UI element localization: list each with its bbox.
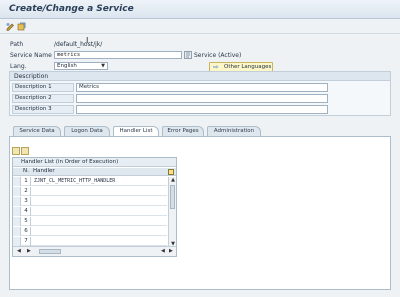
scroll-up-icon[interactable]: ▲ bbox=[169, 177, 177, 183]
description-1-label: Description 1 bbox=[12, 83, 74, 92]
table-row[interactable]: 7 bbox=[13, 237, 167, 246]
table-row[interactable]: 1 ZJNT_CL_METRIC_HTTP_HANDLER bbox=[13, 177, 167, 186]
row-selector[interactable] bbox=[13, 237, 21, 246]
row-number: 4 bbox=[22, 207, 31, 216]
row-selector[interactable] bbox=[13, 187, 21, 196]
other-languages-label: Other Languages bbox=[224, 64, 272, 70]
path-label: Path bbox=[10, 41, 24, 48]
row-selector[interactable] bbox=[13, 227, 21, 236]
service-status-text: Service (Active) bbox=[194, 52, 242, 59]
other-object-icon[interactable] bbox=[17, 22, 26, 31]
table-settings-icon[interactable] bbox=[168, 169, 174, 175]
tab-error-pages[interactable]: Error Pages bbox=[162, 126, 204, 136]
row-selector[interactable] bbox=[13, 197, 21, 206]
tab-strip: Service Data Logon Data Handler List Err… bbox=[9, 126, 391, 136]
table-row[interactable]: 2 bbox=[13, 187, 167, 196]
description-group: Description Description 1 Metrics Descri… bbox=[9, 71, 391, 116]
vertical-scrollbar[interactable]: ▲ ▼ bbox=[168, 177, 176, 247]
row-number: 5 bbox=[22, 217, 31, 226]
application-toolbar bbox=[0, 19, 400, 34]
handler-cell[interactable] bbox=[32, 197, 166, 206]
column-header-n: N. bbox=[23, 168, 29, 174]
description-group-title: Description bbox=[14, 73, 49, 80]
row-selector[interactable] bbox=[13, 207, 21, 216]
handler-table: Handler List (in Order of Execution) N. … bbox=[12, 157, 177, 257]
arrow-right-icon: ⇨ bbox=[213, 63, 219, 71]
column-scroll-right-icon[interactable]: ▶ bbox=[169, 248, 173, 254]
scroll-left-icon[interactable]: ◀ bbox=[17, 248, 21, 254]
description-2-label: Description 2 bbox=[12, 94, 74, 103]
service-name-input[interactable]: metrics bbox=[54, 51, 182, 59]
row-number: 6 bbox=[22, 227, 31, 236]
description-1-input[interactable]: Metrics bbox=[76, 83, 328, 92]
display-change-icon[interactable] bbox=[6, 22, 15, 31]
table-row[interactable]: 3 bbox=[13, 197, 167, 206]
title-bar: Create/Change a Service bbox=[0, 0, 400, 19]
description-3-label: Description 3 bbox=[12, 105, 74, 114]
table-row[interactable]: 5 bbox=[13, 217, 167, 226]
path-value: /default_host/jk/ bbox=[54, 41, 103, 48]
handler-table-title-bar: Handler List (in Order of Execution) bbox=[13, 158, 176, 167]
insert-row-icon[interactable] bbox=[12, 147, 20, 155]
description-group-header: Description bbox=[10, 72, 390, 81]
row-number: 1 bbox=[22, 177, 31, 186]
row-number: 7 bbox=[22, 237, 31, 246]
scroll-right-icon[interactable]: ▶ bbox=[27, 248, 31, 254]
handler-cell[interactable] bbox=[32, 207, 166, 216]
horizontal-scroll-thumb[interactable] bbox=[39, 249, 61, 254]
handler-cell[interactable] bbox=[32, 187, 166, 196]
language-select[interactable]: English ▼ bbox=[54, 62, 108, 70]
handler-cell[interactable] bbox=[32, 237, 166, 246]
service-name-label: Service Name bbox=[10, 52, 52, 59]
row-number: 2 bbox=[22, 187, 31, 196]
page-title: Create/Change a Service bbox=[9, 4, 134, 14]
tab-handler-list[interactable]: Handler List bbox=[113, 126, 159, 136]
handler-cell[interactable]: ZJNT_CL_METRIC_HTTP_HANDLER bbox=[32, 177, 166, 186]
handler-table-header: N. Handler bbox=[13, 168, 176, 176]
handler-cell[interactable] bbox=[32, 227, 166, 236]
handler-table-title: Handler List (in Order of Execution) bbox=[21, 159, 119, 165]
table-row[interactable]: 4 bbox=[13, 207, 167, 216]
row-selector[interactable] bbox=[13, 217, 21, 226]
chevron-down-icon: ▼ bbox=[101, 63, 105, 69]
row-selector[interactable] bbox=[13, 177, 21, 186]
column-scroll-left-icon[interactable]: ◀ bbox=[161, 248, 165, 254]
description-3-input[interactable] bbox=[76, 105, 328, 114]
table-row[interactable]: 6 bbox=[13, 227, 167, 236]
service-status-icon bbox=[184, 51, 193, 60]
handler-cell[interactable] bbox=[32, 217, 166, 226]
tab-service-data[interactable]: Service Data bbox=[13, 126, 61, 136]
tab-administration[interactable]: Administration bbox=[207, 126, 261, 136]
tab-logon-data[interactable]: Logon Data bbox=[64, 126, 110, 136]
description-2-input[interactable] bbox=[76, 94, 328, 103]
language-label: Lang. bbox=[10, 63, 27, 70]
delete-row-icon[interactable] bbox=[21, 147, 29, 155]
vertical-scroll-thumb[interactable] bbox=[170, 185, 175, 209]
language-value: English bbox=[57, 63, 77, 69]
row-number: 3 bbox=[22, 197, 31, 206]
horizontal-scrollbar[interactable]: ◀ ▶ ◀ ▶ bbox=[13, 246, 176, 256]
column-header-handler: Handler bbox=[33, 168, 55, 174]
